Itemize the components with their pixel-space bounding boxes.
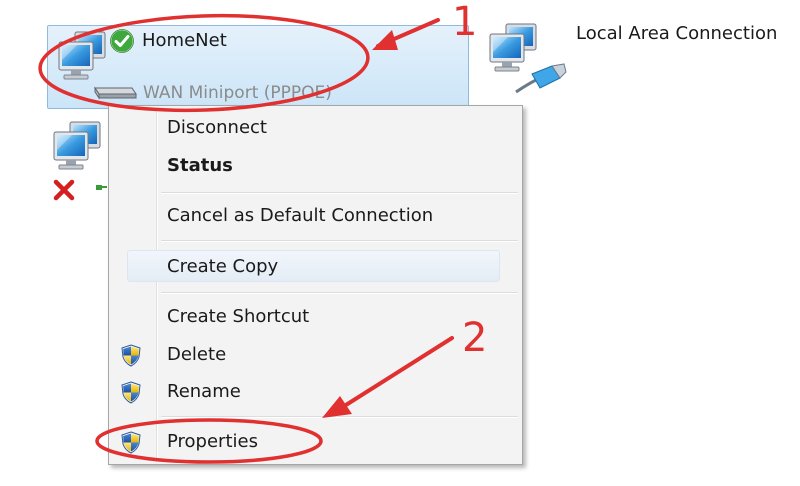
annotation-arrow-2 xyxy=(336,336,454,412)
annotation-step-2: 2 xyxy=(462,315,488,361)
annotation-circle-homenet xyxy=(38,13,370,113)
annotation-layer xyxy=(38,13,454,464)
annotation-circle-properties xyxy=(95,418,323,464)
annotation-arrowhead-2 xyxy=(322,396,352,418)
annotation-arrowhead-1 xyxy=(372,30,398,50)
annotation-step-1: 1 xyxy=(452,0,478,45)
